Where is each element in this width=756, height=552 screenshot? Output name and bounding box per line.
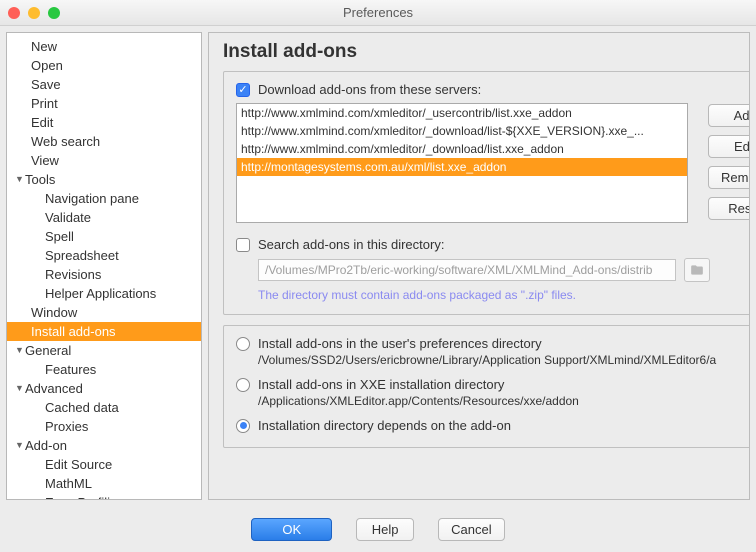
tree-item-open[interactable]: Open	[7, 56, 201, 75]
content-panel: Install add-ons ✓ Download add-ons from …	[208, 32, 750, 500]
dialog-footer: OK Help Cancel	[0, 506, 756, 552]
tree-item-label: Validate	[45, 209, 91, 226]
tree-item-proxies[interactable]: Proxies	[7, 417, 201, 436]
download-checkbox[interactable]: ✓	[236, 83, 250, 97]
tree-item-label: Tools	[25, 171, 55, 188]
tree-item-label: Easy Profiling	[45, 494, 124, 500]
tree-item-validate[interactable]: Validate	[7, 208, 201, 227]
tree-item-navigation-pane[interactable]: Navigation pane	[7, 189, 201, 208]
tree-item-label: Spreadsheet	[45, 247, 119, 264]
preferences-tree[interactable]: NewOpenSavePrintEditWeb searchView▼Tools…	[6, 32, 202, 500]
tree-item-label: New	[31, 38, 57, 55]
install-location-label-2: Installation directory depends on the ad…	[258, 418, 511, 433]
window-controls	[8, 7, 60, 19]
install-location-label-1: Install add-ons in XXE installation dire…	[258, 377, 504, 392]
tree-item-edit[interactable]: Edit	[7, 113, 201, 132]
titlebar: Preferences	[0, 0, 756, 26]
install-location-radio-0[interactable]	[236, 337, 250, 351]
disclosure-arrow-icon[interactable]: ▼	[15, 437, 25, 454]
tree-item-label: Web search	[31, 133, 100, 150]
browse-folder-button[interactable]	[684, 258, 710, 282]
tree-item-label: MathML	[45, 475, 92, 492]
tree-item-label: Helper Applications	[45, 285, 156, 302]
help-button[interactable]: Help	[356, 518, 414, 541]
tree-item-general[interactable]: ▼General	[7, 341, 201, 360]
tree-item-label: Window	[31, 304, 77, 321]
tree-item-save[interactable]: Save	[7, 75, 201, 94]
install-location-label-0: Install add-ons in the user's preference…	[258, 336, 542, 351]
content-scroll[interactable]: Install add-ons ✓ Download add-ons from …	[209, 33, 749, 499]
tree-item-view[interactable]: View	[7, 151, 201, 170]
server-list-item[interactable]: http://www.xmlmind.com/xmleditor/_userco…	[237, 104, 687, 122]
disclosure-arrow-icon[interactable]: ▼	[15, 171, 25, 188]
tree-item-cached-data[interactable]: Cached data	[7, 398, 201, 417]
tree-item-label: Open	[31, 57, 63, 74]
tree-item-tools[interactable]: ▼Tools	[7, 170, 201, 189]
tree-item-spell[interactable]: Spell	[7, 227, 201, 246]
disclosure-arrow-icon[interactable]: ▼	[15, 380, 25, 397]
tree-item-label: Advanced	[25, 380, 83, 397]
server-list-item[interactable]: http://montagesystems.com.au/xml/list.xx…	[237, 158, 687, 176]
tree-item-label: Save	[31, 76, 61, 93]
tree-item-label: Edit	[31, 114, 53, 131]
server-listbox[interactable]: http://www.xmlmind.com/xmleditor/_userco…	[236, 103, 688, 223]
server-list-item[interactable]: http://www.xmlmind.com/xmleditor/_downlo…	[237, 140, 687, 158]
maximize-window-button[interactable]	[48, 7, 60, 19]
tree-item-spreadsheet[interactable]: Spreadsheet	[7, 246, 201, 265]
reset-servers-button[interactable]: Reset	[708, 197, 749, 220]
tree-item-helper-applications[interactable]: Helper Applications	[7, 284, 201, 303]
search-dir-label: Search add-ons in this directory:	[258, 237, 444, 252]
server-list-item[interactable]: http://www.xmlmind.com/xmleditor/_downlo…	[237, 122, 687, 140]
tree-item-features[interactable]: Features	[7, 360, 201, 379]
search-dir-field[interactable]: /Volumes/MPro2Tb/eric-working/software/X…	[258, 259, 676, 281]
disclosure-arrow-icon[interactable]: ▼	[15, 342, 25, 359]
tree-item-label: Add-on	[25, 437, 67, 454]
tree-item-print[interactable]: Print	[7, 94, 201, 113]
tree-item-label: Edit Source	[45, 456, 112, 473]
install-location-pane: Install add-ons in the user's preference…	[223, 325, 749, 448]
tree-item-label: General	[25, 342, 71, 359]
tree-item-window[interactable]: Window	[7, 303, 201, 322]
minimize-window-button[interactable]	[28, 7, 40, 19]
page-title: Install add-ons	[223, 41, 735, 63]
install-location-radio-2[interactable]	[236, 419, 250, 433]
tree-item-revisions[interactable]: Revisions	[7, 265, 201, 284]
tree-item-web-search[interactable]: Web search	[7, 132, 201, 151]
edit-server-button[interactable]: Edit	[708, 135, 749, 158]
tree-item-edit-source[interactable]: Edit Source	[7, 455, 201, 474]
tree-item-label: Cached data	[45, 399, 119, 416]
tree-item-label: Print	[31, 95, 58, 112]
close-window-button[interactable]	[8, 7, 20, 19]
tree-item-label: Navigation pane	[45, 190, 139, 207]
remove-server-button[interactable]: Remove	[708, 166, 749, 189]
add-server-button[interactable]: Add	[708, 104, 749, 127]
tree-item-label: Revisions	[45, 266, 101, 283]
tree-item-label: Spell	[45, 228, 74, 245]
tree-item-label: Features	[45, 361, 96, 378]
download-check-label: Download add-ons from these servers:	[258, 82, 481, 97]
tree-item-new[interactable]: New	[7, 37, 201, 56]
search-dir-hint: The directory must contain add-ons packa…	[258, 288, 749, 302]
download-servers-pane: ✓ Download add-ons from these servers: h…	[223, 71, 749, 315]
tree-item-label: Install add-ons	[31, 323, 116, 340]
install-location-path-0: /Volumes/SSD2/Users/ericbrowne/Library/A…	[258, 353, 749, 367]
tree-item-label: View	[31, 152, 59, 169]
tree-item-easy-profiling[interactable]: Easy Profiling	[7, 493, 201, 500]
search-dir-checkbox[interactable]	[236, 238, 250, 252]
install-location-path-1: /Applications/XMLEditor.app/Contents/Res…	[258, 394, 749, 408]
ok-button[interactable]: OK	[251, 518, 332, 541]
tree-item-add-on[interactable]: ▼Add-on	[7, 436, 201, 455]
folder-icon	[690, 263, 704, 277]
window-title: Preferences	[343, 5, 413, 20]
tree-item-mathml[interactable]: MathML	[7, 474, 201, 493]
server-button-column: Add Edit Remove Reset	[708, 104, 749, 220]
cancel-button[interactable]: Cancel	[438, 518, 504, 541]
tree-item-install-add-ons[interactable]: Install add-ons	[7, 322, 201, 341]
main-area: NewOpenSavePrintEditWeb searchView▼Tools…	[0, 26, 756, 506]
tree-item-advanced[interactable]: ▼Advanced	[7, 379, 201, 398]
tree-item-label: Proxies	[45, 418, 88, 435]
install-location-radio-1[interactable]	[236, 378, 250, 392]
